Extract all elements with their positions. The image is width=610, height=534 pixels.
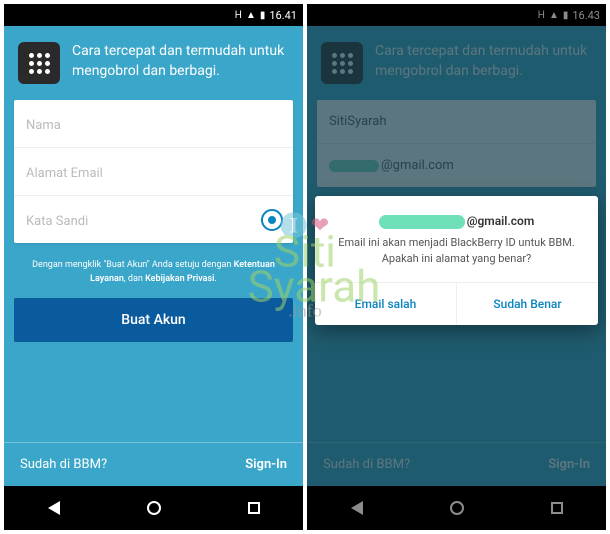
name-field[interactable] <box>26 118 281 133</box>
battery-icon: ▮ <box>260 10 266 21</box>
signin-link[interactable]: Sign-In <box>245 457 287 472</box>
status-bar: H ▲ ▮ 16.41 <box>4 4 303 26</box>
email-wrong-button[interactable]: Email salah <box>315 283 457 325</box>
terms-text: Dengan mengklik "Buat Akun" Anda setuju … <box>4 253 303 292</box>
tagline-text: Cara tercepat dan termudah untuk mengobr… <box>72 42 289 81</box>
password-field[interactable] <box>26 214 281 229</box>
dialog-email: @gmail.com <box>331 214 582 229</box>
signup-form <box>14 100 293 243</box>
home-icon[interactable] <box>147 501 161 515</box>
phone-screenshot-left: H ▲ ▮ 16.41 Cara tercepat dan termudah u… <box>4 4 303 530</box>
recent-icon[interactable] <box>248 502 260 514</box>
dialog-message: Email ini akan menjadi BlackBerry ID unt… <box>331 235 582 268</box>
confirm-email-dialog: @gmail.com Email ini akan menjadi BlackB… <box>315 196 598 325</box>
email-field[interactable] <box>26 166 281 181</box>
clock: 16.41 <box>269 9 297 22</box>
email-correct-button[interactable]: Sudah Benar <box>457 283 598 325</box>
android-navbar <box>4 486 303 530</box>
signal-icon: ▲ <box>246 10 256 21</box>
redacted-email-icon <box>379 215 465 229</box>
back-icon[interactable] <box>48 501 60 515</box>
network-icon: H <box>235 10 242 21</box>
bbm-logo-icon <box>18 42 60 84</box>
privacy-link[interactable]: Kebijakan Privasi <box>145 274 214 284</box>
already-bbm-label: Sudah di BBM? <box>20 457 107 472</box>
show-password-icon[interactable] <box>261 209 283 231</box>
phone-screenshot-right: H ▲ ▮ 16.43 Cara tercepat dan termudah u… <box>307 4 606 530</box>
create-account-button[interactable]: Buat Akun <box>14 298 293 342</box>
